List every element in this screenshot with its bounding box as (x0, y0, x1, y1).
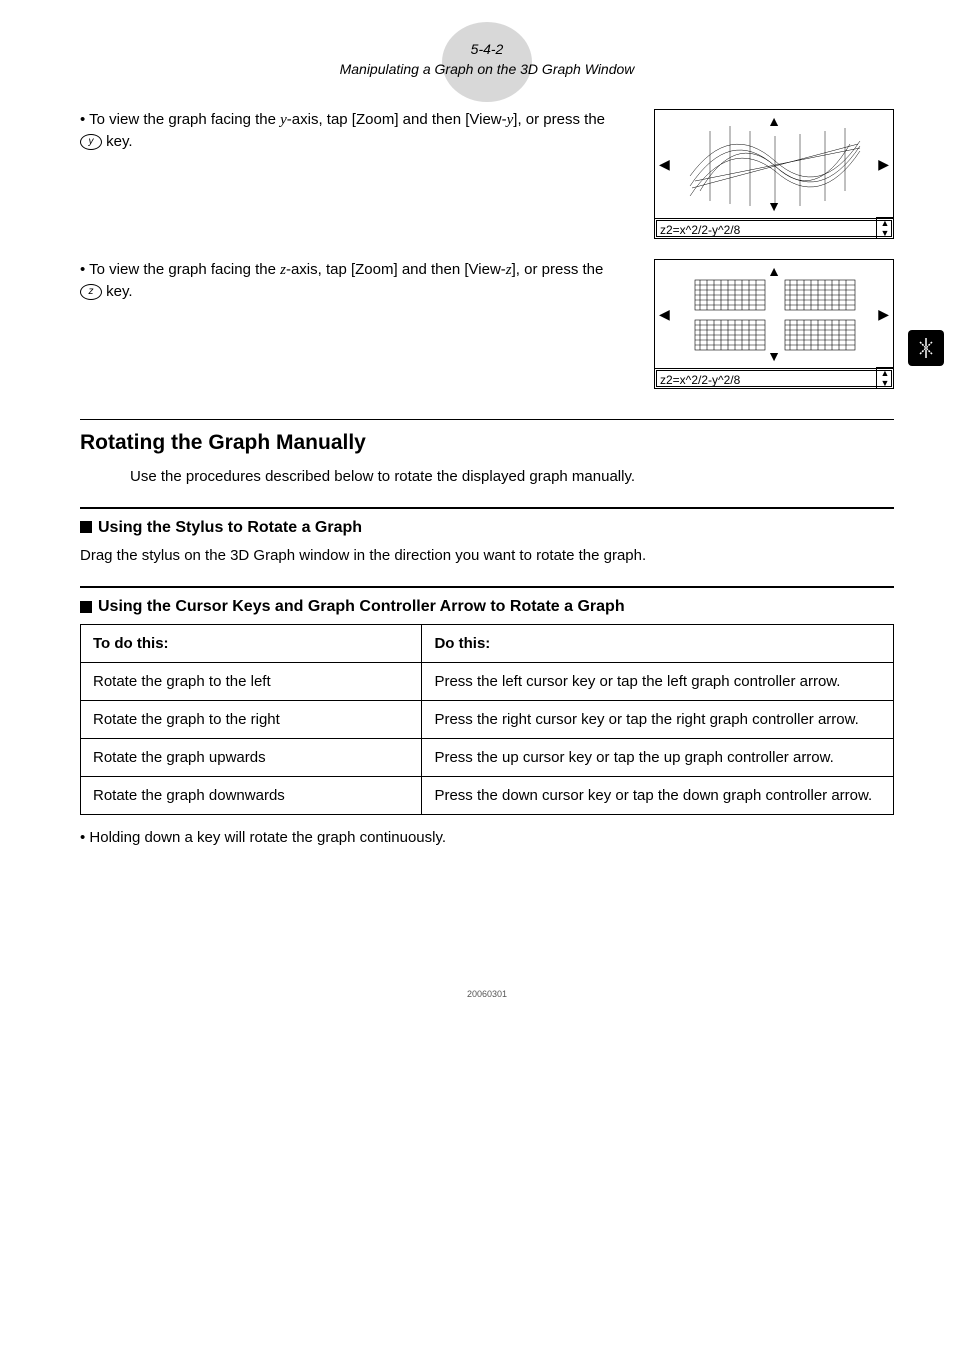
page-title: Manipulating a Graph on the 3D Graph Win… (80, 60, 894, 80)
sub-heading-cursor-keys: Using the Cursor Keys and Graph Controll… (80, 596, 894, 618)
graph-scroll-icon[interactable]: ▲▼ (876, 367, 894, 389)
grid-top-view-icon (685, 275, 865, 355)
arrow-left-icon[interactable]: ◀ (659, 155, 670, 175)
arrow-right-icon[interactable]: ▶ (878, 155, 889, 175)
instruction-table: To do this: Do this: Rotate the graph to… (80, 624, 894, 815)
arrow-left-icon[interactable]: ◀ (659, 305, 670, 325)
graph-view-z: ▲ ▼ ◀ ▶ z2=x^2/2-y^2/8 ▲▼ (654, 259, 894, 389)
page-number: 5-4-2 (80, 40, 894, 60)
z-key-icon: z (80, 284, 102, 300)
table-row: Rotate the graph to the right Press the … (81, 701, 894, 739)
arrow-right-icon[interactable]: ▶ (878, 305, 889, 325)
table-row: Rotate the graph upwards Press the up cu… (81, 739, 894, 777)
arrow-up-icon[interactable]: ▲ (767, 112, 781, 132)
footnote: • Holding down a key will rotate the gra… (80, 827, 894, 848)
table-header-todo: To do this: (81, 625, 422, 663)
y-key-icon: y (80, 134, 102, 150)
date-stamp: 20060301 (80, 988, 894, 1001)
graph-equation-label: z2=x^2/2-y^2/8 (656, 370, 892, 387)
sub-body-stylus: Drag the stylus on the 3D Graph window i… (80, 545, 894, 566)
table-row: Rotate the graph to the left Press the l… (81, 663, 894, 701)
arrow-up-icon[interactable]: ▲ (767, 262, 781, 282)
bullet-y-axis: • To view the graph facing the y-axis, t… (80, 109, 654, 152)
table-row: Rotate the graph downwards Press the dow… (81, 777, 894, 815)
app-section-icon (908, 330, 944, 366)
arrow-down-icon[interactable]: ▼ (767, 197, 781, 217)
arrow-down-icon[interactable]: ▼ (767, 347, 781, 367)
section-title-rotating: Rotating the Graph Manually (80, 428, 894, 457)
bullet-z-axis: • To view the graph facing the z-axis, t… (80, 259, 654, 302)
sub-heading-stylus: Using the Stylus to Rotate a Graph (80, 517, 894, 539)
section-body: Use the procedures described below to ro… (130, 466, 894, 487)
page-header: 5-4-2 Manipulating a Graph on the 3D Gra… (80, 40, 894, 79)
graph-scroll-icon[interactable]: ▲▼ (876, 217, 894, 239)
graph-view-y: ▲ ▼ ◀ ▶ z2=x^2/2-y^2/8 ▲▼ (654, 109, 894, 239)
table-header-dothis: Do this: (422, 625, 894, 663)
graph-equation-label: z2=x^2/2-y^2/8 (656, 220, 892, 237)
